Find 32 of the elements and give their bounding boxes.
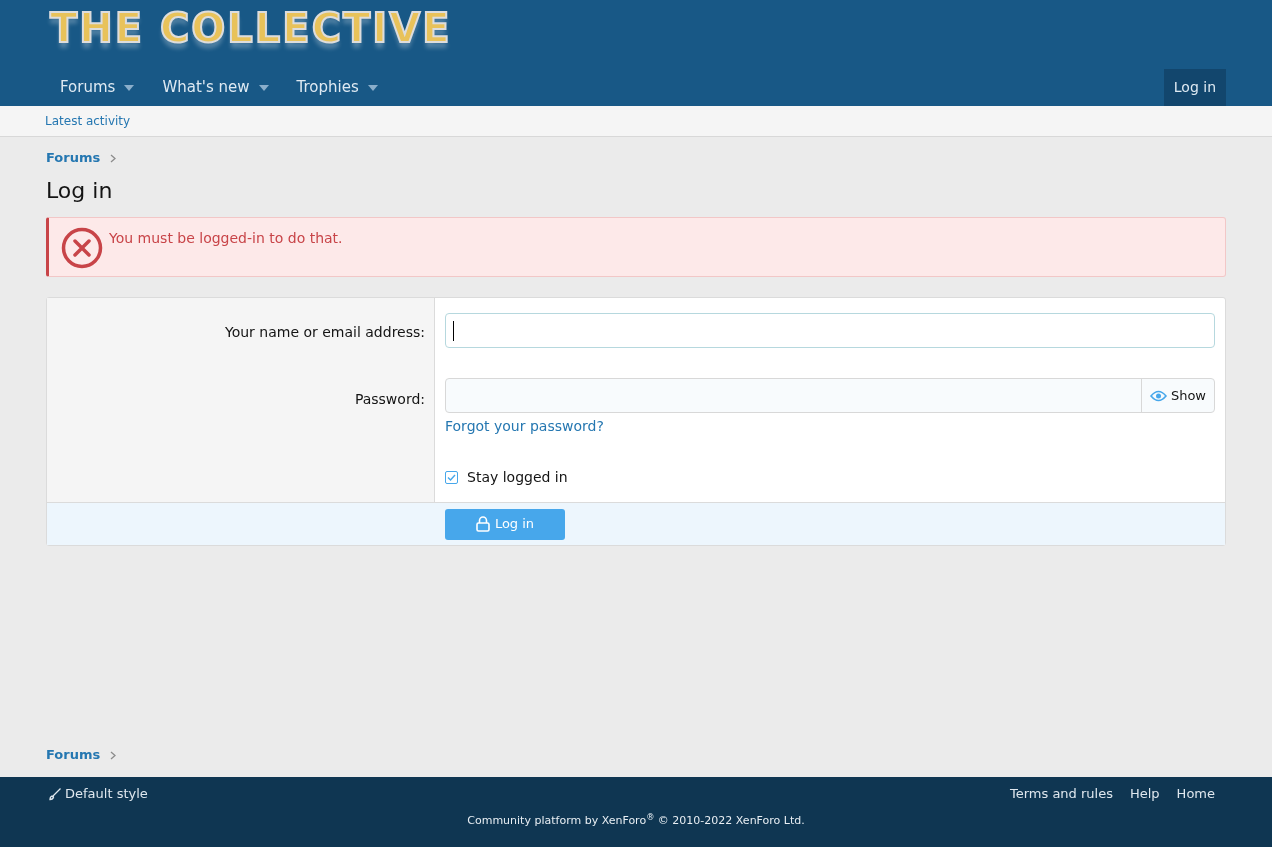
- footer-link[interactable]: Help: [1129, 783, 1160, 804]
- checkbox-label[interactable]: Stay logged in: [467, 467, 568, 488]
- breadcrumb-link[interactable]: Forums: [46, 148, 101, 168]
- password-field[interactable]: Show: [445, 378, 1215, 413]
- page-title: Log in: [46, 177, 114, 205]
- style-chooser-link[interactable]: Default style: [48, 783, 148, 804]
- show-password-button[interactable]: Show: [1140, 379, 1214, 412]
- error-text: You must be logged-in to do that.: [109, 229, 343, 248]
- field-label: Password:: [354, 390, 425, 409]
- caret-icon: [258, 84, 269, 91]
- lock-icon: [475, 516, 490, 532]
- footer-link[interactable]: Terms and rules: [1010, 783, 1113, 804]
- nav-tab[interactable]: Forums: [46, 69, 149, 106]
- caret-icon: [124, 84, 135, 91]
- error-icon: [61, 227, 103, 269]
- footer-link[interactable]: Home: [1176, 783, 1215, 804]
- username-field[interactable]: [445, 313, 1215, 348]
- nav-tab[interactable]: Trophies: [282, 69, 392, 106]
- copyright-text: Community platform by XenForo$^{®}$ © 2010-2022 XenForo Ltd.: [466, 813, 806, 829]
- login-button[interactable]: Log in: [1163, 69, 1226, 106]
- site-logo[interactable]: THE COLLECTIVE: [50, 4, 452, 52]
- brush-icon: [48, 786, 62, 801]
- eye-icon: [1149, 389, 1167, 402]
- checkbox[interactable]: [445, 471, 458, 484]
- subnav-link[interactable]: Latest activity: [45, 112, 131, 130]
- caret-icon: [367, 84, 378, 91]
- field-label: Your name or email address:: [224, 323, 425, 342]
- breadcrumb-link[interactable]: Forums: [46, 745, 101, 765]
- nav-tab[interactable]: What's new: [148, 69, 283, 106]
- chevron-icon: [110, 153, 117, 163]
- forgot-password-link[interactable]: Forgot your password?: [445, 416, 604, 437]
- chevron-icon: [110, 750, 117, 760]
